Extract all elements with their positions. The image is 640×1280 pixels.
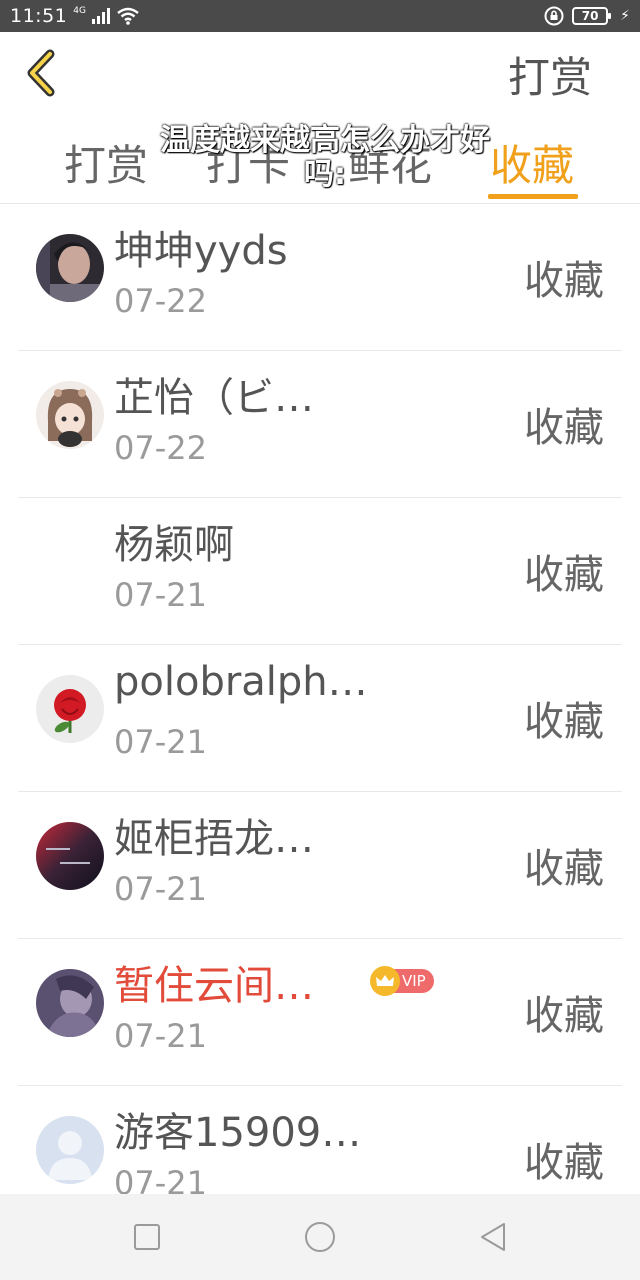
user-name: 芷怡（ビ…: [114, 375, 314, 421]
date: 07-21: [114, 723, 207, 761]
toast-message: 温度越来越高怎么办才好吗:: [160, 123, 490, 192]
tab-reward[interactable]: 打赏: [64, 132, 148, 193]
battery-indicator: 70: [572, 7, 612, 25]
home-button[interactable]: [303, 1220, 337, 1254]
dark-text-avatar-icon: [36, 822, 104, 890]
crown-icon: [370, 966, 400, 996]
vip-label: VIP: [402, 972, 426, 990]
favorite-button[interactable]: 收藏: [524, 542, 604, 600]
network-type: 4G: [73, 5, 86, 16]
back-nav-button[interactable]: [476, 1220, 510, 1254]
date: 07-21: [114, 870, 207, 908]
date: 07-21: [114, 576, 207, 614]
status-bar: 11:51 4G 70 ⚡: [0, 0, 640, 32]
avatar[interactable]: [36, 969, 104, 1037]
list-item[interactable]: 芷怡（ビ… 07-22 收藏: [0, 351, 640, 498]
list-item[interactable]: 坤坤yyds 07-22 收藏: [0, 204, 640, 351]
header: 打赏: [0, 32, 640, 112]
vip-badge: VIP: [370, 966, 434, 996]
date: 07-21: [114, 1164, 207, 1194]
header-reward-button[interactable]: 打赏: [508, 44, 592, 105]
date: 07-22: [114, 429, 207, 467]
charging-icon: ⚡: [620, 8, 630, 24]
favorite-button[interactable]: 收藏: [524, 836, 604, 894]
chevron-left-icon: [27, 49, 55, 97]
recents-button[interactable]: [130, 1220, 164, 1254]
anime-avatar-icon: [36, 381, 104, 449]
user-name: polobralph…: [114, 659, 368, 705]
list-item[interactable]: polobralph… 07-21 收藏: [0, 645, 640, 792]
list-item[interactable]: 杨颖啊 07-21 收藏: [0, 498, 640, 645]
user-name: 姬柜捂龙…: [114, 816, 314, 862]
tab-bar: 打赏 打卡 鲜花 收藏 温度越来越高怎么办才好吗:: [0, 112, 640, 204]
favorite-button[interactable]: 收藏: [524, 689, 604, 747]
favorite-button[interactable]: 收藏: [524, 248, 604, 306]
user-name: 游客15909…: [114, 1110, 362, 1156]
system-nav-bar: [0, 1194, 640, 1280]
purple-avatar-icon: [36, 969, 104, 1037]
favorite-button[interactable]: 收藏: [524, 1130, 604, 1188]
user-name: 坤坤yyds: [114, 228, 288, 274]
default-user-icon: [36, 1116, 104, 1184]
date: 07-21: [114, 1017, 207, 1055]
tab-active-indicator: [488, 194, 578, 199]
date: 07-22: [114, 282, 207, 320]
avatar[interactable]: [36, 675, 104, 743]
user-name: 暂住云间…: [114, 963, 314, 1009]
avatar[interactable]: [36, 381, 104, 449]
wifi-icon: [117, 7, 139, 25]
back-button[interactable]: [22, 48, 62, 98]
favorites-list: 坤坤yyds 07-22 收藏 芷怡（ビ… 07-22 收藏 杨颖啊 07-21…: [0, 204, 640, 1194]
avatar[interactable]: [36, 822, 104, 890]
list-item[interactable]: 游客15909… 07-21 收藏: [0, 1086, 640, 1194]
lock-rotation-icon: [544, 6, 564, 26]
signal-icon: [91, 8, 110, 24]
avatar[interactable]: [36, 1116, 104, 1184]
circle-icon: [305, 1222, 335, 1252]
favorite-button[interactable]: 收藏: [524, 983, 604, 1041]
avatar[interactable]: [36, 234, 104, 302]
rose-icon: [36, 675, 104, 743]
favorite-button[interactable]: 收藏: [524, 395, 604, 453]
list-item[interactable]: 姬柜捂龙… 07-21 收藏: [0, 792, 640, 939]
battery-level: 70: [581, 9, 599, 23]
triangle-back-icon: [481, 1223, 505, 1251]
tab-favorites[interactable]: 收藏: [490, 132, 574, 193]
user-name: 杨颖啊: [114, 522, 234, 568]
list-item[interactable]: 暂住云间… VIP 07-21 收藏: [0, 939, 640, 1086]
status-time: 11:51: [10, 5, 68, 27]
square-icon: [134, 1224, 160, 1250]
avatar-photo-icon: [36, 234, 104, 302]
